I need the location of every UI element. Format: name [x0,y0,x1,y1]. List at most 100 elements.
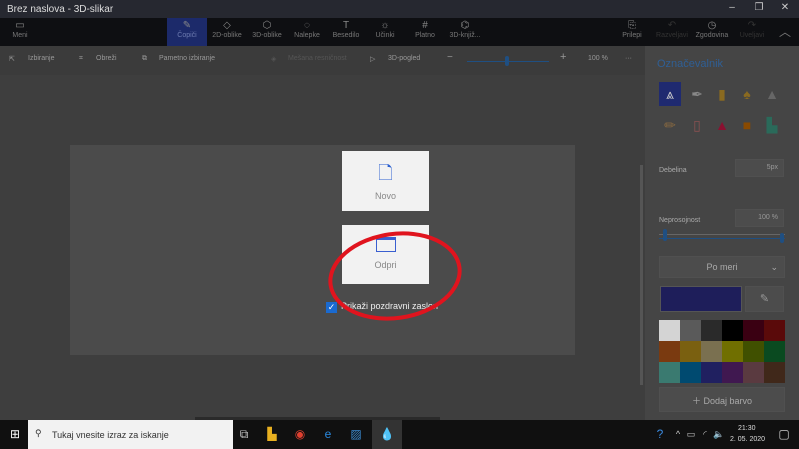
tab-text[interactable]: T Besedilo [326,18,366,46]
pencil-tool[interactable]: ✏ [659,113,681,137]
new-button[interactable]: 🗋 Novo [342,151,429,211]
collapse-ribbon-icon[interactable]: ︿ [765,18,799,46]
color-swatch[interactable] [743,320,764,341]
zoom-in-button[interactable]: + [560,51,566,63]
color-swatch[interactable] [659,320,680,341]
task-view-icon[interactable]: ⧉ [236,426,252,442]
windows-start-icon[interactable]: ⊞ [7,426,23,442]
paste-button[interactable]: ⎘ Prilepi [612,18,652,46]
more-button[interactable]: ··· [625,55,632,62]
crop-button[interactable]: Obreži [96,55,117,62]
color-swatch[interactable] [701,320,722,341]
magic-select-button[interactable]: Pametno izbiranje [159,55,215,62]
effects-icon: ☼ [380,20,390,31]
new-label: Novo [374,191,396,201]
current-color-swatch[interactable] [660,286,742,312]
color-palette [659,320,785,383]
oil-brush-tool[interactable]: ▮ [711,82,733,106]
color-mode-value: Po meri [706,262,738,272]
tab-3d-library[interactable]: ⌬ 3D-knjiž... [445,18,485,46]
select-button[interactable]: Izbiranje [28,55,54,62]
color-swatch[interactable] [722,320,743,341]
notifications-icon[interactable]: ▢ [776,426,792,442]
thickness-label: Debelina [659,167,687,174]
opacity-input[interactable]: 100 % [735,209,784,227]
thickness-input[interactable]: 5px [735,159,784,177]
volume-icon[interactable]: 🔈 [711,426,727,442]
eraser-tool[interactable]: ▯ [686,113,708,137]
chrome-icon[interactable]: ◉ [292,426,308,442]
red-annotation-ellipse [328,231,462,321]
tab-effects[interactable]: ☼ Učinki [365,18,405,46]
toolbar: ⇱ Izbiranje ⌗ Obreži ⧉ Pametno izbiranje… [0,46,645,75]
thickness-slider[interactable] [659,234,785,235]
fill-tool[interactable]: ▙ [761,113,783,137]
color-swatch[interactable] [659,341,680,362]
eyedropper-icon: ✎ [759,293,770,305]
color-swatch[interactable] [680,341,701,362]
undo-button[interactable]: ↶ Razveljavi [652,18,692,46]
color-swatch[interactable] [701,362,722,383]
restore-button[interactable]: ❐ [747,2,771,16]
zoom-slider-thumb[interactable] [505,56,509,66]
taskbar: ⊞ ⚲ Tukaj vnesite izraz za iskanje ⧉ ▙ ◉… [0,420,799,449]
menu-button[interactable]: ▭ Meni [0,18,40,46]
zoom-level: 100 % [588,55,608,62]
paste-label: Prilepi [622,32,642,39]
tab-label: Besedilo [332,32,360,39]
file-explorer-icon[interactable]: ▙ [264,426,280,442]
mixed-reality-button[interactable]: Mešana resničnost [288,55,347,62]
title-bar: Brez naslova - 3D-slikar – ❐ ✕ [0,0,799,18]
tab-stickers[interactable]: ◌ Nalepke [287,18,327,46]
color-swatch[interactable] [701,341,722,362]
edge-icon[interactable]: e [320,426,336,442]
text-icon: T [342,20,350,31]
minimize-button[interactable]: – [720,2,744,16]
add-color-button[interactable]: ＋ Dodaj barvo [659,387,785,412]
panel-title: Označevalnik [657,58,724,70]
tab-2d-shapes[interactable]: ◇ 2D-oblike [207,18,247,46]
eyedropper-button[interactable]: ✎ [745,286,784,312]
color-swatch[interactable] [659,362,680,383]
view3d-button[interactable]: 3D-pogled [388,55,420,62]
color-swatch[interactable] [764,341,785,362]
tab-canvas[interactable]: # Platno [405,18,445,46]
history-button[interactable]: ◷ Zgodovina [692,18,732,46]
marker-tool[interactable]: ⩓ [659,82,681,106]
color-swatch[interactable] [764,362,785,383]
photos-icon[interactable]: ▨ [348,426,364,442]
paint3d-taskbar-button[interactable]: 💧 [372,420,402,449]
zoom-out-button[interactable]: − [447,52,453,63]
color-swatch[interactable] [743,362,764,383]
crayon-tool[interactable]: ▲ [711,113,733,137]
taskbar-search[interactable]: ⚲ Tukaj vnesite izraz za iskanje [28,420,233,449]
color-swatch[interactable] [722,341,743,362]
tab-3d-shapes[interactable]: ⬡ 3D-oblike [247,18,287,46]
tab-label: Učinki [375,32,395,39]
color-swatch[interactable] [722,362,743,383]
color-mode-dropdown[interactable]: Po meri ⌄ [659,256,785,278]
calligraphy-pen-tool[interactable]: ✒ [686,82,708,106]
color-swatch[interactable] [764,320,785,341]
undo-label: Razveljavi [656,32,688,39]
color-swatch[interactable] [743,341,764,362]
search-icon: ⚲ [35,428,42,438]
ribbon: ▭ Meni ✎ Čopiči ◇ 2D-oblike ⬡ 3D-oblike ◌ Nal… [0,18,799,46]
clock-time[interactable]: 21:30 [738,425,756,432]
color-swatch[interactable] [680,362,701,383]
pixel-pen-tool[interactable]: ▲ [761,82,783,106]
close-button[interactable]: ✕ [773,2,797,16]
panel-scrollbar[interactable] [640,165,643,385]
tab-brushes[interactable]: ✎ Čopiči [167,18,207,46]
window-title: Brez naslova - 3D-slikar [7,4,114,15]
opacity-slider-thumb[interactable] [780,233,784,243]
thickness-slider-thumb[interactable] [663,229,667,241]
opacity-slider[interactable] [659,238,785,239]
paint3d-icon: 💧 [379,427,395,441]
library-icon: ⌬ [460,20,470,31]
watercolor-tool[interactable]: ♠ [736,82,758,106]
spray-can-tool[interactable]: ■ [736,113,758,137]
clock-date[interactable]: 2. 05. 2020 [730,436,765,443]
color-swatch[interactable] [680,320,701,341]
help-icon[interactable]: ? [652,426,668,442]
